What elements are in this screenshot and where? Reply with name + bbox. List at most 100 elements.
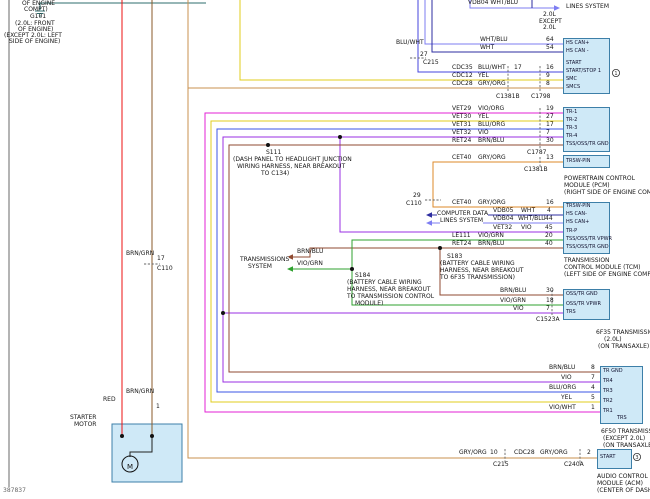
connector-pin: START bbox=[566, 61, 581, 66]
wire-layer: 13 M bbox=[0, 0, 650, 499]
pin-number: 7 bbox=[546, 130, 550, 136]
connector-pin: OSS/TR GND bbox=[566, 292, 598, 297]
circuit-label: CDC28 bbox=[514, 450, 535, 456]
circuit-label: BRN/BLU bbox=[478, 241, 504, 247]
pin-number: 2 bbox=[587, 450, 591, 456]
connector-label: C110 bbox=[406, 201, 422, 207]
diagram-label: WIRING HARNESS, NEAR BREAKOUT bbox=[237, 164, 345, 170]
circuit-label: VET31 bbox=[452, 122, 471, 128]
circuit-label: VET32 bbox=[452, 130, 471, 136]
circuit-label: VIO bbox=[521, 225, 532, 231]
circuit-label: BLU/WHT bbox=[396, 40, 424, 46]
pin-number: 8 bbox=[591, 365, 595, 371]
pin-number: 27 bbox=[420, 52, 428, 58]
circuit-label: VIO/GRN bbox=[500, 298, 526, 304]
connector-pin: START bbox=[600, 455, 615, 460]
circuit-label: WHT bbox=[480, 45, 494, 51]
wire-le111-vio-grn bbox=[293, 240, 563, 269]
circuit-label: YEL bbox=[478, 73, 489, 79]
connector-pin: TSS/OSS/TR GND bbox=[566, 142, 609, 147]
pin-number: 16 bbox=[546, 200, 554, 206]
circuit-label: RED bbox=[103, 397, 116, 403]
connector-pin: SMCS bbox=[566, 85, 580, 90]
circuit-label: WHT bbox=[521, 208, 535, 214]
connector-pin: OSS/TR VPWR bbox=[566, 302, 601, 307]
module-caption: MOTOR bbox=[74, 422, 96, 428]
connector-pin: TSS/OSS/TR VPWR bbox=[566, 237, 612, 242]
connector-label: C1787 bbox=[527, 150, 546, 156]
circuit-label: BLU/ORG bbox=[549, 385, 576, 391]
diagram-label: SIDE OF ENGINE) bbox=[9, 39, 60, 45]
splice-vio-trs-branch bbox=[221, 311, 225, 315]
circuit-label: BRN/BLU bbox=[500, 288, 526, 294]
connector-pin: HS CAN+ bbox=[566, 41, 589, 46]
connector-pin: TR-1 bbox=[566, 110, 577, 115]
pin-number: 4 bbox=[591, 385, 595, 391]
pin-number: 19 bbox=[546, 106, 554, 112]
pin-number: 27 bbox=[546, 114, 554, 120]
connector-label: C240A bbox=[564, 462, 584, 468]
circuit-label: GRY/ORG bbox=[540, 450, 568, 456]
connector-label: C215 bbox=[493, 462, 509, 468]
connector-pin: HS CAN - bbox=[566, 49, 589, 54]
pin-number: 1 bbox=[591, 405, 595, 411]
diagram-label: TO C134) bbox=[261, 171, 289, 177]
pin-number: 45 bbox=[545, 225, 553, 231]
pin-number: 44 bbox=[545, 216, 553, 222]
circuit-label: BRN/BLU bbox=[297, 249, 323, 255]
connector-pin: TR GND bbox=[603, 369, 623, 374]
circuit-label: VIO bbox=[561, 375, 572, 381]
pin-number: 10 bbox=[490, 450, 498, 456]
arrow-to-data-lines-wht bbox=[426, 212, 432, 218]
connector-pin: TR4 bbox=[603, 379, 613, 384]
pin-number: 9 bbox=[546, 73, 550, 79]
connector-label: C110 bbox=[157, 266, 173, 272]
connector-pin: TRS bbox=[566, 310, 576, 315]
connector-pin: HS CAN+ bbox=[566, 220, 589, 225]
connector-pin: START/STOP 1 bbox=[566, 69, 601, 74]
circuit-label: BLU/WHT bbox=[478, 65, 506, 71]
circuit-label: VET30 bbox=[452, 114, 471, 120]
circuit-label: VIO/ORG bbox=[478, 106, 504, 112]
connector-pin: TRSW-PIN bbox=[566, 159, 590, 164]
pin-number: 13 bbox=[546, 155, 554, 161]
pin-number: 64 bbox=[546, 37, 554, 43]
pin-number: 30 bbox=[546, 138, 554, 144]
connector-label: C1381B bbox=[524, 167, 548, 173]
circuit-label: BRN/BLU bbox=[549, 365, 575, 371]
connector-pin: SMC bbox=[566, 77, 577, 82]
circuit-label: CET40 bbox=[452, 155, 471, 161]
diagram-label: TO 6F35 TRANSMISSION) bbox=[440, 275, 515, 281]
connector-pin: TSS/OSS/TR GND bbox=[566, 245, 609, 250]
splice-S111 bbox=[266, 143, 270, 147]
circuit-label: GRY/ORG bbox=[478, 155, 506, 161]
circuit-label: GRY/ORG bbox=[478, 200, 506, 206]
pin-number: 1 bbox=[156, 404, 160, 410]
connector-label: C1798 bbox=[531, 94, 550, 100]
circuit-label: YEL bbox=[561, 395, 572, 401]
circuit-label: VET32 bbox=[493, 225, 512, 231]
pin-number: 18 bbox=[546, 298, 554, 304]
pin-number: 40 bbox=[545, 241, 553, 247]
circuit-label: VDB05 bbox=[493, 208, 513, 214]
note-number: 1 bbox=[614, 71, 617, 77]
pin-number: 20 bbox=[545, 233, 553, 239]
circuit-label: CDC28 bbox=[452, 81, 473, 87]
circuit-label: VIO/GRN bbox=[478, 233, 504, 239]
circuit-label: BRN/GRN bbox=[126, 389, 154, 395]
connector-pin: TR-P bbox=[566, 229, 577, 234]
circuit-label: WHT/BLU bbox=[518, 216, 546, 222]
splice-vet32-branch bbox=[338, 135, 342, 139]
connector-label: C1381B bbox=[496, 94, 520, 100]
circuit-label: VDB04 bbox=[493, 216, 513, 222]
pin-number: 16 bbox=[546, 65, 554, 71]
circuit-label: BLU/ORG bbox=[478, 122, 505, 128]
connector-pin: TR3 bbox=[603, 389, 613, 394]
motor-symbol-letter: M bbox=[127, 463, 133, 471]
pin-number: 54 bbox=[546, 45, 554, 51]
circuit-label: RET24 bbox=[452, 138, 471, 144]
circuit-label: WHT/BLU bbox=[480, 37, 508, 43]
pin-number: 17 bbox=[514, 65, 522, 71]
wire-ground-bus bbox=[40, 3, 206, 10]
pin-number: 4 bbox=[547, 208, 551, 214]
